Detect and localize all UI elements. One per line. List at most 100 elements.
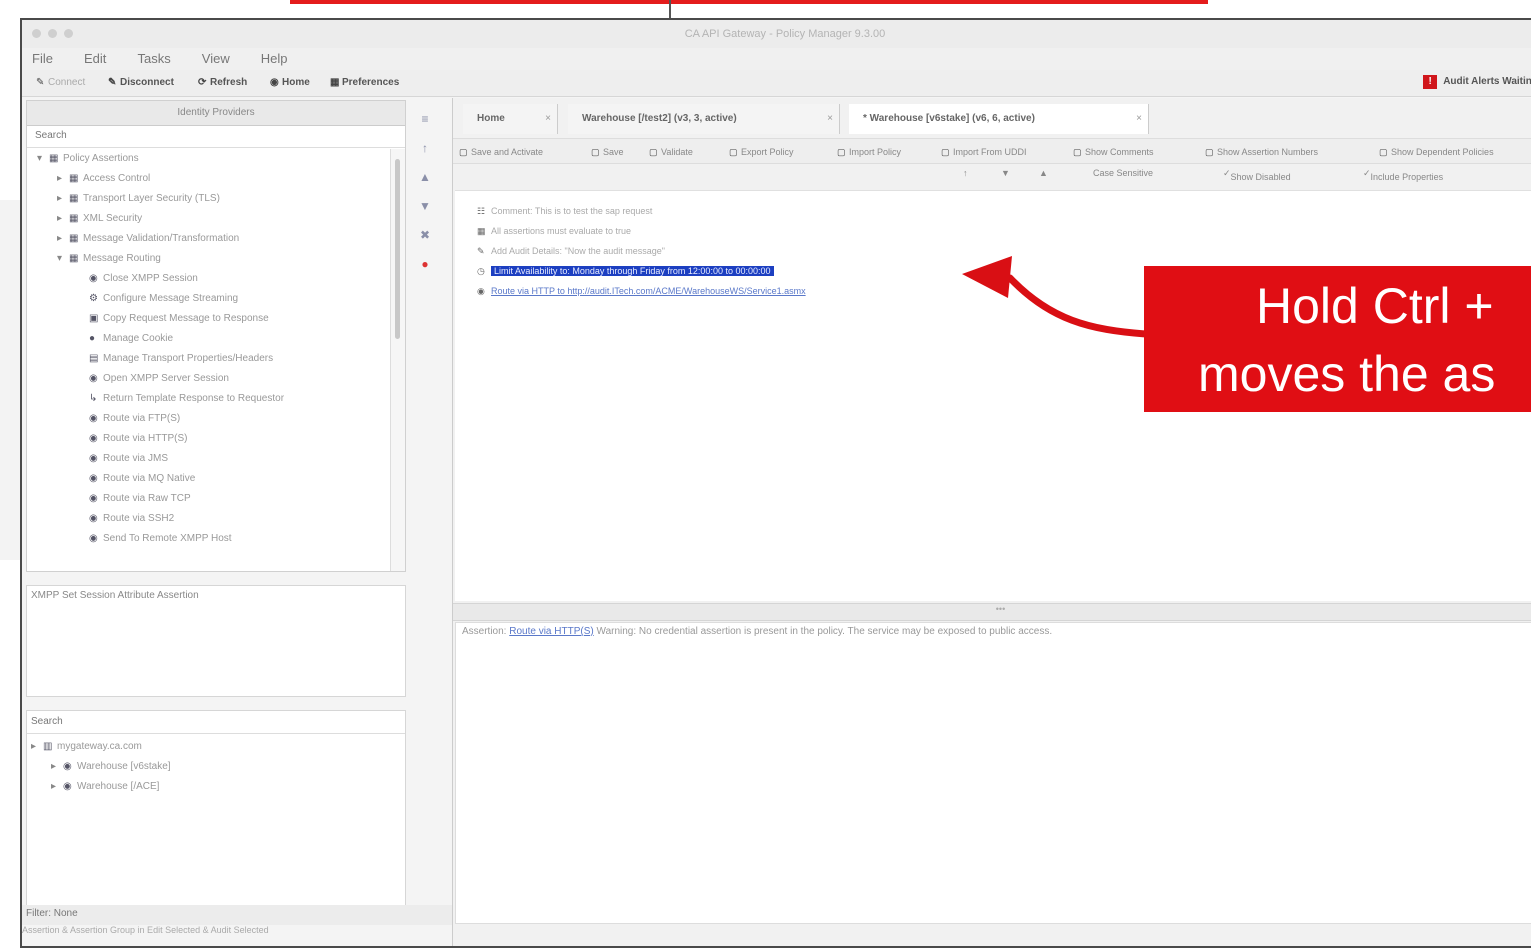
globe-icon: ◉ <box>89 273 98 284</box>
clock-icon: ◷ <box>477 266 485 276</box>
show-disabled-option[interactable]: ✓ Show Disabled <box>1223 168 1291 182</box>
stop-icon[interactable]: ● <box>414 257 436 286</box>
editor-toolbar-button[interactable]: ▢ Show Comments <box>1073 144 1154 160</box>
up-icon[interactable]: ↑ <box>414 141 436 170</box>
editor-toolbar-button[interactable]: ▢ Show Assertion Numbers <box>1205 144 1318 160</box>
collapse-icon[interactable]: ≡ <box>414 112 436 141</box>
expand-arrow-icon[interactable]: ▸ <box>31 737 43 757</box>
editor-toolbar-button[interactable]: ▢ Import From UDDI <box>941 144 1027 160</box>
home-button[interactable]: ◉ Home <box>270 75 310 91</box>
tree-node-label: Close XMPP Session <box>103 273 198 284</box>
expand-arrow-icon[interactable]: ▸ <box>51 757 63 777</box>
refresh-button[interactable]: ⟳ Refresh <box>198 75 247 91</box>
tab-warehouse-test2[interactable]: Warehouse [/test2] (v3, 3, active) × <box>568 104 840 134</box>
globe-icon: ◉ <box>89 373 98 384</box>
policy-assertion[interactable]: ☷ Comment: This is to test the sap reques… <box>477 201 652 221</box>
tab-warehouse-v6stake[interactable]: * Warehouse [v6stake] (v6, 6, active) × <box>849 104 1149 134</box>
top-connector-line <box>669 0 671 20</box>
tree-node[interactable]: ▾ ▦ Policy Assertions <box>37 149 139 169</box>
tree-node[interactable]: ● Manage Cookie <box>77 329 173 349</box>
tree-node[interactable]: ▸ ◉ Warehouse [/ACE] <box>51 777 159 797</box>
title-bar: CA API Gateway - Policy Manager 9.3.00 <box>22 20 1531 49</box>
tree-node[interactable]: ▸ ▦ Access Control <box>57 169 150 189</box>
menu-help[interactable]: Help <box>261 48 288 70</box>
close-tab-icon[interactable]: × <box>827 104 833 134</box>
search-label: Search <box>35 130 67 141</box>
audit-alerts-button[interactable]: ! Audit Alerts Waiting <box>1423 75 1531 89</box>
globe-icon: ◉ <box>63 761 72 772</box>
editor-tabs: Home × Warehouse [/test2] (v3, 3, active)… <box>453 98 1531 136</box>
validation-assertion-link[interactable]: Route via HTTP(S) <box>509 626 593 637</box>
tree-node[interactable]: ▣ Copy Request Message to Response <box>77 309 269 329</box>
tree-node[interactable]: ◉ Route via JMS <box>77 449 168 469</box>
editor-toolbar-button[interactable]: ▢ Show Dependent Policies <box>1379 144 1494 160</box>
menu-tasks[interactable]: Tasks <box>137 48 170 70</box>
tree-node[interactable]: ◉ Route via HTTP(S) <box>77 429 187 449</box>
move-up-icon[interactable]: ▲ <box>414 170 436 199</box>
close-tab-icon[interactable]: × <box>1136 104 1142 134</box>
service-search-field[interactable]: Search <box>27 711 405 734</box>
editor-toolbar-button[interactable]: ▢ Export Policy <box>729 144 794 160</box>
delete-icon[interactable]: ✖ <box>414 228 436 257</box>
assertion-tree-scrollbar[interactable] <box>390 149 405 571</box>
tree-node[interactable]: ◉ Route via MQ Native <box>77 469 195 489</box>
include-properties-option[interactable]: ✓ Include Properties <box>1363 168 1443 182</box>
panel-splitter[interactable]: ••• <box>453 603 1531 621</box>
editor-toolbar-button[interactable]: ▢ Validate <box>649 144 693 160</box>
editor-toolbar-button[interactable]: ▢ Save <box>591 144 624 160</box>
editor-toolbar-button[interactable]: ▢ Import Policy <box>837 144 901 160</box>
tree-node[interactable]: ◉ Open XMPP Server Session <box>77 369 229 389</box>
tree-node[interactable]: ◉ Close XMPP Session <box>77 269 198 289</box>
tree-node[interactable]: ◉ Route via Raw TCP <box>77 489 191 509</box>
tree-node[interactable]: ▤ Manage Transport Properties/Headers <box>77 349 273 369</box>
connect-button[interactable]: ✎ Connect <box>36 75 85 91</box>
tree-node[interactable]: ⚙ Configure Message Streaming <box>77 289 238 309</box>
assertion-search-field[interactable]: Search <box>27 125 405 148</box>
expand-arrow-icon[interactable]: ▸ <box>51 777 63 797</box>
nav-up-icon[interactable]: ↑ <box>963 168 968 178</box>
tree-node[interactable]: ◉ Route via SSH2 <box>77 509 174 529</box>
policy-assertion[interactable]: ✎ Add Audit Details: "Now the audit messa… <box>477 241 665 261</box>
tree-node[interactable]: ◉ Send To Remote XMPP Host <box>77 529 232 549</box>
policy-assertion-label: Comment: This is to test the sap request <box>491 206 653 216</box>
policy-assertion[interactable]: ▦ All assertions must evaluate to true <box>477 221 631 241</box>
tree-node[interactable]: ↳ Return Template Response to Requestor <box>77 389 284 409</box>
tree-node[interactable]: ▸ ▦ Transport Layer Security (TLS) <box>57 189 220 209</box>
policy-assertion[interactable]: ◉ Route via HTTP to http://audit.ITech.co… <box>477 281 806 301</box>
tree-node[interactable]: ▸ ▥ mygateway.ca.com <box>31 737 142 757</box>
disconnect-button[interactable]: ✎ Disconnect <box>108 75 174 91</box>
collapse-arrow-icon[interactable]: ▾ <box>57 249 69 269</box>
collapse-arrow-icon[interactable]: ▾ <box>37 149 49 169</box>
tree-node-label: Route via Raw TCP <box>103 493 191 504</box>
preferences-button[interactable]: ▦ Preferences <box>330 75 399 91</box>
identity-providers-tab[interactable]: Identity Providers <box>27 101 405 126</box>
close-tab-icon[interactable]: × <box>545 104 551 134</box>
tree-node[interactable]: ▾ ▦ Message Routing <box>57 249 161 269</box>
scrollbar-thumb[interactable] <box>395 159 400 339</box>
tab-home[interactable]: Home × <box>463 104 558 134</box>
expand-arrow-icon[interactable]: ▸ <box>57 229 69 249</box>
nav-sort-icon[interactable]: ▲ <box>1039 168 1048 178</box>
menu-file[interactable]: File <box>32 48 53 70</box>
nav-filter-icon[interactable]: ▼ <box>1001 168 1010 178</box>
case-sensitive-option[interactable]: Case Sensitive <box>1093 168 1153 178</box>
validation-message: Assertion: Route via HTTP(S) Warning: No… <box>462 626 1053 637</box>
expand-arrow-icon[interactable]: ▸ <box>57 189 69 209</box>
editor-toolbar-button[interactable]: ▢ Save and Activate <box>459 144 543 160</box>
expand-arrow-icon[interactable]: ▸ <box>57 169 69 189</box>
menu-view[interactable]: View <box>202 48 230 70</box>
move-down-icon[interactable]: ▼ <box>414 199 436 228</box>
globe-icon: ◉ <box>89 493 98 504</box>
tree-node[interactable]: ▸ ▦ XML Security <box>57 209 142 229</box>
tree-node[interactable]: ▸ ◉ Warehouse [v6stake] <box>51 757 171 777</box>
export-icon: ▢ <box>729 147 738 157</box>
policy-assertion-label: Limit Availability to: Monday through Fr… <box>491 266 774 276</box>
assertion-description: XMPP Set Session Attribute Assertion <box>26 585 406 697</box>
expand-arrow-icon[interactable]: ▸ <box>57 209 69 229</box>
policy-assertion[interactable]: ◷ Limit Availability to: Monday through F… <box>477 261 774 281</box>
disconnect-icon: ✎ <box>108 77 117 88</box>
tree-node[interactable]: ▸ ▦ Message Validation/Transformation <box>57 229 239 249</box>
tree-node[interactable]: ◉ Route via FTP(S) <box>77 409 180 429</box>
globe-icon: ◉ <box>89 433 98 444</box>
menu-edit[interactable]: Edit <box>84 48 106 70</box>
